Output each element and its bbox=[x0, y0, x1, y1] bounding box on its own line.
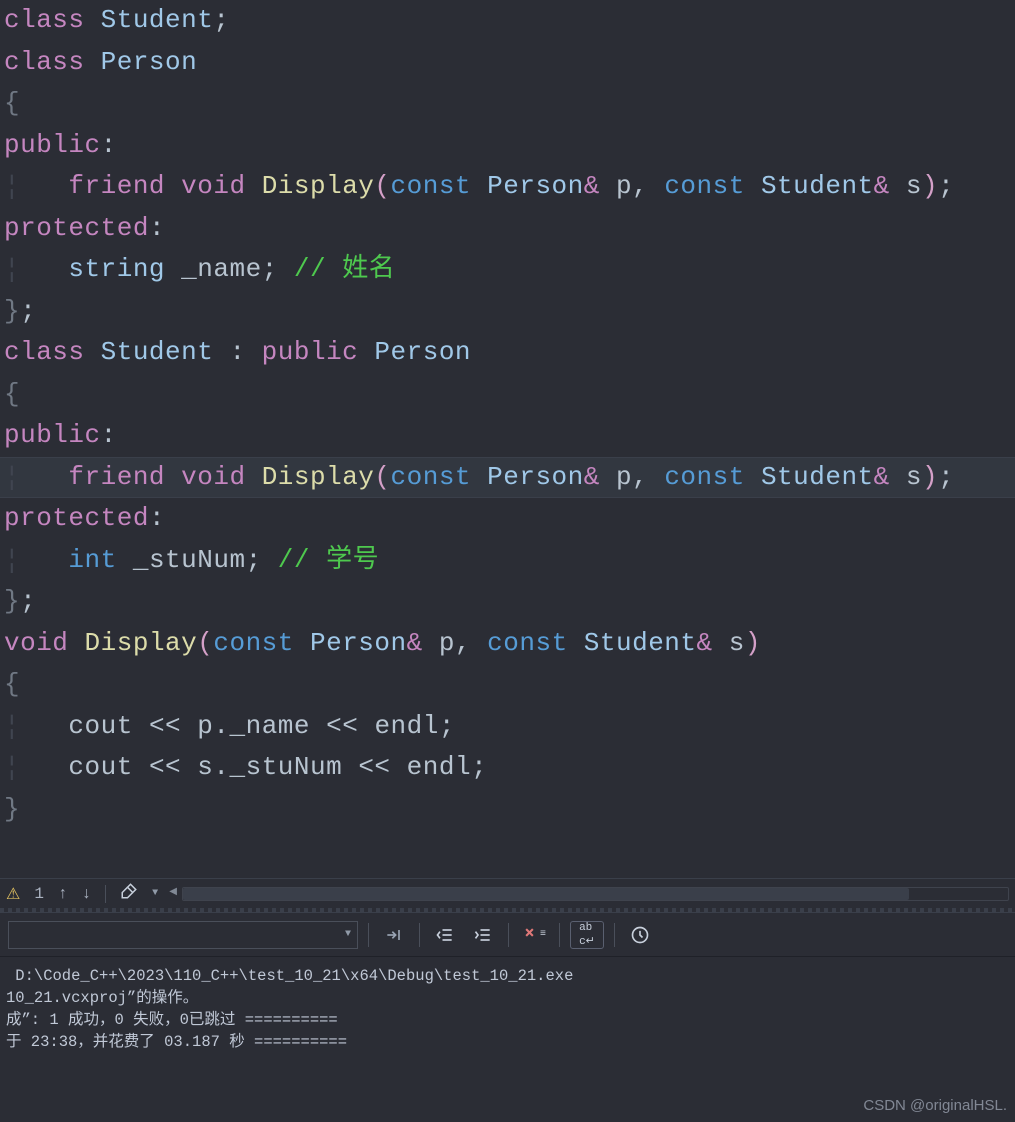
indent-left-icon[interactable] bbox=[430, 921, 460, 949]
output-source-dropdown[interactable]: ▼ bbox=[8, 921, 358, 949]
indent-right-icon[interactable] bbox=[468, 921, 498, 949]
separator bbox=[105, 885, 106, 903]
warning-icon[interactable]: ⚠ bbox=[6, 884, 20, 904]
code-line[interactable]: ¦ friend void Display(const Person& p, c… bbox=[0, 166, 1015, 208]
code-line[interactable]: { bbox=[0, 664, 1015, 706]
toggle-word-wrap-icon[interactable]: abc↵ bbox=[570, 921, 604, 949]
code-line[interactable]: ¦ int _stuNum; // 学号 bbox=[0, 540, 1015, 582]
code-line[interactable]: }; bbox=[0, 291, 1015, 333]
prev-issue-button[interactable]: ↑ bbox=[58, 885, 68, 903]
warning-count: 1 bbox=[34, 885, 44, 903]
code-line[interactable]: void Display(const Person& p, const Stud… bbox=[0, 623, 1015, 665]
code-line[interactable] bbox=[0, 830, 1015, 872]
code-line[interactable]: protected: bbox=[0, 208, 1015, 250]
horizontal-scrollbar[interactable] bbox=[182, 887, 1009, 901]
step-in-icon[interactable] bbox=[379, 921, 409, 949]
code-line[interactable]: }; bbox=[0, 581, 1015, 623]
code-line[interactable]: ¦ cout << s._stuNum << endl; bbox=[0, 747, 1015, 789]
separator bbox=[508, 923, 509, 947]
separator bbox=[559, 923, 560, 947]
separator bbox=[419, 923, 420, 947]
code-line[interactable]: ¦ friend void Display(const Person& p, c… bbox=[0, 457, 1015, 499]
code-line[interactable]: } bbox=[0, 789, 1015, 831]
code-line[interactable]: public: bbox=[0, 125, 1015, 167]
code-line[interactable]: class Student : public Person bbox=[0, 332, 1015, 374]
code-editor[interactable]: class Student;class Person{public:¦ frie… bbox=[0, 0, 1015, 878]
next-issue-button[interactable]: ↓ bbox=[82, 885, 92, 903]
watermark: CSDN @originalHSL. bbox=[863, 1097, 1007, 1114]
chevron-down-icon: ▼ bbox=[345, 929, 351, 940]
cleanup-icon[interactable] bbox=[120, 882, 138, 905]
separator bbox=[368, 923, 369, 947]
output-toolbar: ▼ ≡ abc↵ bbox=[0, 912, 1015, 957]
code-line[interactable]: { bbox=[0, 83, 1015, 125]
editor-status-strip: ⚠ 1 ↑ ↓ ▼ bbox=[0, 878, 1015, 908]
code-line[interactable]: protected: bbox=[0, 498, 1015, 540]
separator bbox=[614, 923, 615, 947]
code-line[interactable]: { bbox=[0, 374, 1015, 416]
clear-output-icon[interactable]: ≡ bbox=[519, 921, 549, 949]
cleanup-caret-icon[interactable]: ▼ bbox=[152, 888, 158, 899]
code-line[interactable]: class Person bbox=[0, 42, 1015, 84]
code-line[interactable]: class Student; bbox=[0, 0, 1015, 42]
code-line[interactable]: ¦ cout << p._name << endl; bbox=[0, 706, 1015, 748]
code-line[interactable]: public: bbox=[0, 415, 1015, 457]
code-line[interactable]: void main() bbox=[0, 872, 1015, 879]
history-icon[interactable] bbox=[625, 921, 655, 949]
code-line[interactable]: ¦ string _name; // 姓名 bbox=[0, 249, 1015, 291]
